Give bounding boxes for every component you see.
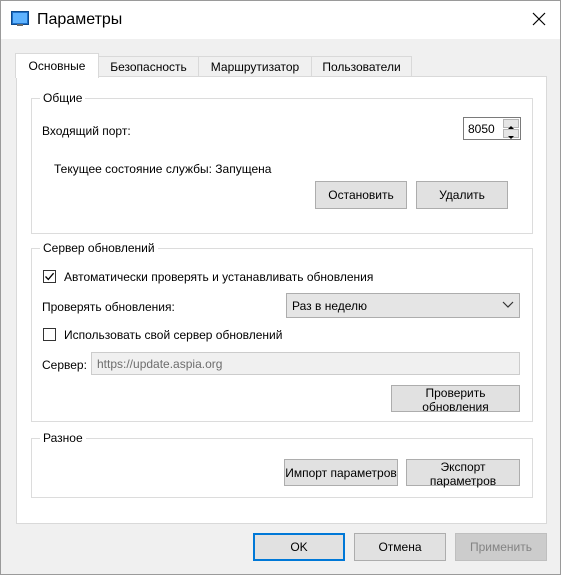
server-value: https://update.aspia.org — [97, 357, 223, 371]
general-legend: Общие — [40, 91, 86, 105]
tab-label: Основные — [28, 59, 86, 73]
title-bar: Параметры — [1, 1, 560, 39]
import-settings-button[interactable]: Импорт параметров — [284, 459, 398, 486]
port-label: Входящий порт: — [42, 124, 131, 138]
update-server-legend: Сервер обновлений — [40, 241, 158, 255]
tab-security[interactable]: Безопасность — [98, 56, 199, 77]
settings-dialog: Параметры Основные Безопасность Маршрути… — [0, 0, 561, 575]
port-spinbox[interactable]: 8050 — [463, 117, 521, 140]
check-frequency-value: Раз в неделю — [292, 299, 368, 313]
auto-update-label[interactable]: Автоматически проверять и устанавливать … — [64, 270, 373, 284]
service-status: Текущее состояние службы: Запущена — [54, 162, 272, 176]
remove-service-button[interactable]: Удалить — [416, 181, 508, 209]
tab-label: Маршрутизатор — [210, 60, 300, 74]
close-icon[interactable] — [530, 10, 548, 28]
spin-up-button[interactable] — [503, 119, 519, 129]
check-updates-button[interactable]: Проверить обновления — [391, 385, 520, 414]
check-frequency-combo[interactable]: Раз в неделю — [286, 293, 520, 318]
port-value: 8050 — [468, 122, 495, 136]
general-group: Общие Входящий порт: 8050 Текущее состоя… — [31, 91, 533, 234]
tab-router[interactable]: Маршрутизатор — [198, 56, 312, 77]
ok-button[interactable]: OK — [253, 533, 345, 561]
tab-panel-general: Общие Входящий порт: 8050 Текущее состоя… — [16, 76, 547, 524]
app-icon — [11, 11, 29, 26]
misc-legend: Разное — [40, 431, 86, 445]
custom-server-label[interactable]: Использовать свой сервер обновлений — [64, 328, 282, 342]
spin-buttons — [503, 119, 519, 139]
update-server-group: Сервер обновлений Автоматически проверят… — [31, 241, 533, 422]
tab-label: Пользователи — [322, 60, 401, 74]
check-frequency-label: Проверять обновления: — [42, 300, 175, 314]
stop-service-button[interactable]: Остановить — [315, 181, 407, 209]
tab-general[interactable]: Основные — [15, 53, 99, 78]
checkmark-icon — [45, 272, 55, 281]
cancel-button[interactable]: Отмена — [354, 533, 446, 561]
tab-users[interactable]: Пользователи — [311, 56, 412, 77]
window-title: Параметры — [37, 11, 123, 28]
server-input[interactable]: https://update.aspia.org — [91, 352, 520, 375]
spin-down-button[interactable] — [503, 129, 519, 139]
server-label: Сервер: — [42, 358, 87, 372]
apply-button[interactable]: Применить — [455, 533, 547, 561]
chevron-down-icon — [502, 301, 514, 308]
arrow-down-icon — [508, 136, 514, 139]
auto-update-checkbox[interactable] — [43, 270, 56, 283]
tab-label: Безопасность — [110, 60, 187, 74]
custom-server-checkbox[interactable] — [43, 328, 56, 341]
misc-group: Разное Импорт параметров Экспорт парамет… — [31, 431, 533, 498]
export-settings-button[interactable]: Экспорт параметров — [406, 459, 520, 488]
